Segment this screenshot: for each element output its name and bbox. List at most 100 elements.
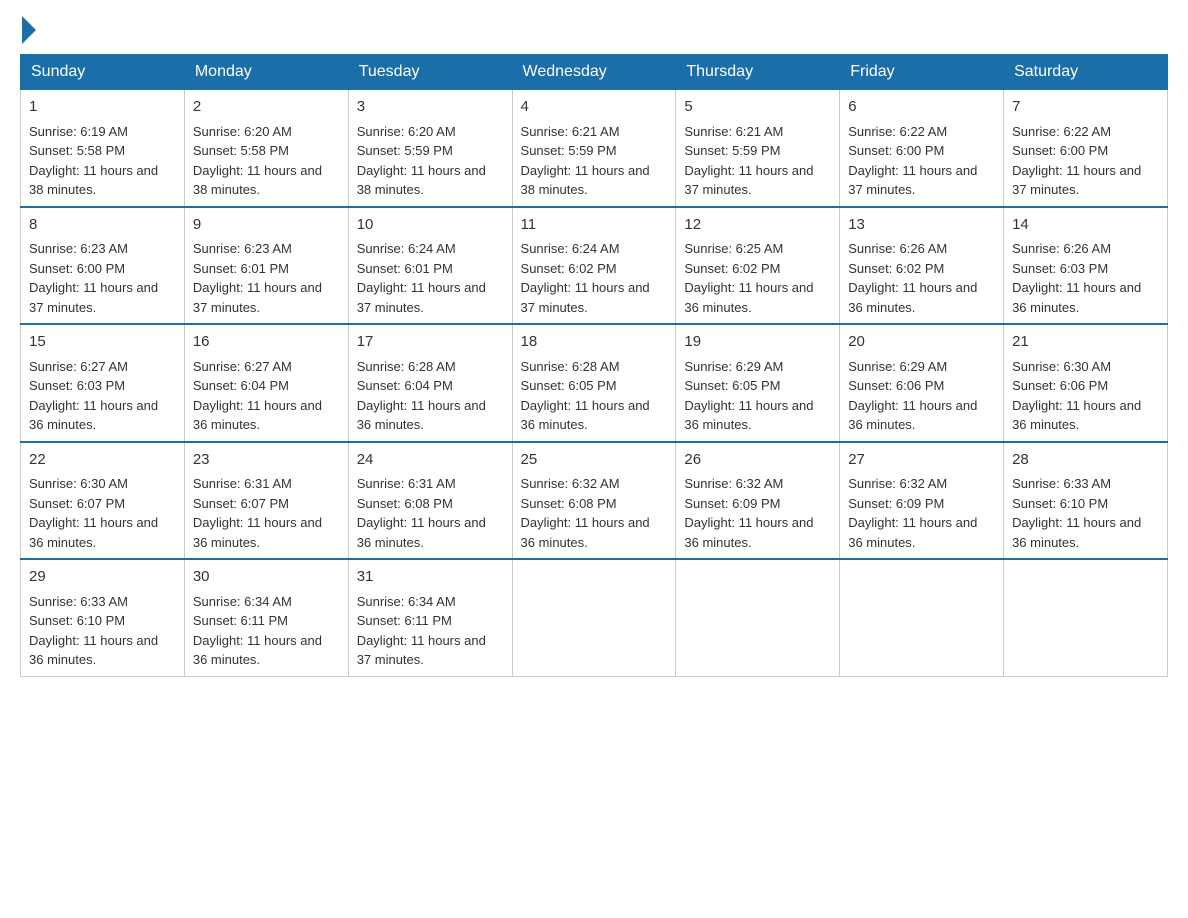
day-number: 30 — [193, 566, 340, 589]
day-number: 25 — [521, 449, 668, 472]
calendar-cell: 17Sunrise: 6:28 AMSunset: 6:04 PMDayligh… — [348, 324, 512, 442]
daylight-text: Daylight: 11 hours and 37 minutes. — [357, 633, 486, 668]
calendar-week-row: 22 Sunrise: 6:30 AM Sunset: 6:07 PM Dayligh… — [21, 442, 1168, 560]
daylight-text: Daylight: 11 hours and 38 minutes. — [357, 163, 486, 198]
day-number: 15 — [29, 331, 176, 354]
calendar-cell: 29Sunrise: 6:33 AMSunset: 6:10 PMDayligh… — [21, 559, 185, 676]
logo — [20, 20, 36, 38]
sunset-text: Sunset: 5:58 PM — [29, 143, 125, 158]
sunset-text: Sunset: 6:02 PM — [684, 261, 780, 276]
daylight-text: Daylight: 11 hours and 38 minutes. — [29, 163, 158, 198]
calendar-cell — [676, 559, 840, 676]
sunset-text: Sunset: 6:08 PM — [357, 496, 453, 511]
sunrise-text: Sunrise: 6:33 AM — [1012, 476, 1111, 491]
calendar-week-row: 1Sunrise: 6:19 AMSunset: 5:58 PMDaylight… — [21, 90, 1168, 207]
daylight-text: Daylight: 11 hours and 36 minutes. — [357, 515, 486, 550]
daylight-text: Daylight: 11 hours and 37 minutes. — [357, 280, 486, 315]
col-header-wednesday: Wednesday — [512, 55, 676, 90]
day-number: 29 — [29, 566, 176, 589]
calendar-cell: 14 Sunrise: 6:26 AM Sunset: 6:03 PM Dayligh… — [1004, 207, 1168, 325]
sunset-text: Sunset: 6:02 PM — [521, 261, 617, 276]
sunrise-text: Sunrise: 6:30 AM — [29, 476, 128, 491]
sunrise-text: Sunrise: 6:27 AM — [29, 359, 128, 374]
sunrise-text: Sunrise: 6:23 AM — [193, 241, 292, 256]
day-number: 22 — [29, 449, 176, 472]
sunrise-text: Sunrise: 6:21 AM — [521, 124, 620, 139]
day-number: 9 — [193, 214, 340, 237]
day-number: 26 — [684, 449, 831, 472]
sunset-text: Sunset: 5:59 PM — [684, 143, 780, 158]
calendar-cell — [840, 559, 1004, 676]
sunset-text: Sunset: 6:04 PM — [193, 378, 289, 393]
sunset-text: Sunset: 6:06 PM — [848, 378, 944, 393]
daylight-text: Daylight: 11 hours and 36 minutes. — [193, 633, 322, 668]
day-number: 3 — [357, 96, 504, 119]
sunset-text: Sunset: 6:00 PM — [848, 143, 944, 158]
sunrise-text: Sunrise: 6:28 AM — [357, 359, 456, 374]
col-header-monday: Monday — [184, 55, 348, 90]
day-number: 12 — [684, 214, 831, 237]
calendar-cell: 30 Sunrise: 6:34 AM Sunset: 6:11 PM Dayligh… — [184, 559, 348, 676]
daylight-text: Daylight: 11 hours and 36 minutes. — [684, 280, 813, 315]
calendar-header-row: SundayMondayTuesdayWednesdayThursdayFrid… — [21, 55, 1168, 90]
col-header-thursday: Thursday — [676, 55, 840, 90]
sunrise-text: Sunrise: 6:23 AM — [29, 241, 128, 256]
sunset-text: Sunset: 6:00 PM — [1012, 143, 1108, 158]
sunset-text: Sunset: 6:11 PM — [193, 613, 288, 628]
sunrise-text: Sunrise: 6:20 AM — [193, 124, 292, 139]
daylight-text: Daylight: 11 hours and 37 minutes. — [193, 280, 322, 315]
sunrise-text: Sunrise: 6:31 AM — [357, 476, 456, 491]
calendar-cell: 19Sunrise: 6:29 AMSunset: 6:05 PMDayligh… — [676, 324, 840, 442]
sunset-text: Sunset: 6:05 PM — [684, 378, 780, 393]
sunset-text: Sunset: 6:05 PM — [521, 378, 617, 393]
daylight-text: Daylight: 11 hours and 36 minutes. — [1012, 515, 1141, 550]
sunset-text: Sunset: 6:02 PM — [848, 261, 944, 276]
sunset-text: Sunset: 5:59 PM — [521, 143, 617, 158]
sunset-text: Sunset: 5:58 PM — [193, 143, 289, 158]
calendar-cell: 26Sunrise: 6:32 AMSunset: 6:09 PMDayligh… — [676, 442, 840, 560]
sunset-text: Sunset: 6:03 PM — [1012, 261, 1108, 276]
calendar-cell: 25Sunrise: 6:32 AMSunset: 6:08 PMDayligh… — [512, 442, 676, 560]
calendar-cell — [512, 559, 676, 676]
sunrise-text: Sunrise: 6:32 AM — [684, 476, 783, 491]
calendar-cell: 7Sunrise: 6:22 AMSunset: 6:00 PMDaylight… — [1004, 90, 1168, 207]
sunrise-text: Sunrise: 6:22 AM — [848, 124, 947, 139]
sunrise-text: Sunrise: 6:30 AM — [1012, 359, 1111, 374]
calendar-cell: 4Sunrise: 6:21 AMSunset: 5:59 PMDaylight… — [512, 90, 676, 207]
col-header-saturday: Saturday — [1004, 55, 1168, 90]
daylight-text: Daylight: 11 hours and 36 minutes. — [684, 398, 813, 433]
calendar-cell: 8Sunrise: 6:23 AMSunset: 6:00 PMDaylight… — [21, 207, 185, 325]
sunrise-text: Sunrise: 6:26 AM — [1012, 241, 1111, 256]
sunset-text: Sunset: 6:07 PM — [193, 496, 289, 511]
calendar-cell: 27Sunrise: 6:32 AMSunset: 6:09 PMDayligh… — [840, 442, 1004, 560]
sunrise-text: Sunrise: 6:21 AM — [684, 124, 783, 139]
calendar-week-row: 29Sunrise: 6:33 AMSunset: 6:10 PMDayligh… — [21, 559, 1168, 676]
sunset-text: Sunset: 6:09 PM — [684, 496, 780, 511]
sunrise-text: Sunrise: 6:19 AM — [29, 124, 128, 139]
sunrise-text: Sunrise: 6:28 AM — [521, 359, 620, 374]
sunrise-text: Sunrise: 6:24 AM — [521, 241, 620, 256]
day-number: 23 — [193, 449, 340, 472]
daylight-text: Daylight: 11 hours and 36 minutes. — [1012, 280, 1141, 315]
day-number: 10 — [357, 214, 504, 237]
calendar-week-row: 15 Sunrise: 6:27 AM Sunset: 6:03 PM Dayligh… — [21, 324, 1168, 442]
calendar-cell: 12Sunrise: 6:25 AMSunset: 6:02 PMDayligh… — [676, 207, 840, 325]
day-number: 21 — [1012, 331, 1159, 354]
calendar-cell: 24Sunrise: 6:31 AMSunset: 6:08 PMDayligh… — [348, 442, 512, 560]
calendar-cell: 10Sunrise: 6:24 AMSunset: 6:01 PMDayligh… — [348, 207, 512, 325]
sunset-text: Sunset: 6:10 PM — [29, 613, 125, 628]
calendar-cell: 6Sunrise: 6:22 AMSunset: 6:00 PMDaylight… — [840, 90, 1004, 207]
sunrise-text: Sunrise: 6:29 AM — [684, 359, 783, 374]
sunset-text: Sunset: 6:00 PM — [29, 261, 125, 276]
sunset-text: Sunset: 6:03 PM — [29, 378, 125, 393]
day-number: 18 — [521, 331, 668, 354]
daylight-text: Daylight: 11 hours and 37 minutes. — [848, 163, 977, 198]
day-number: 14 — [1012, 214, 1159, 237]
calendar-cell: 1Sunrise: 6:19 AMSunset: 5:58 PMDaylight… — [21, 90, 185, 207]
daylight-text: Daylight: 11 hours and 36 minutes. — [29, 398, 158, 433]
day-number: 2 — [193, 96, 340, 119]
sunrise-text: Sunrise: 6:34 AM — [193, 594, 292, 609]
calendar-cell: 22Sunrise: 6:30 AMSunset: 6:07 PMDayligh… — [21, 442, 185, 560]
sunrise-text: Sunrise: 6:20 AM — [357, 124, 456, 139]
calendar-cell: 28Sunrise: 6:33 AMSunset: 6:10 PMDayligh… — [1004, 442, 1168, 560]
